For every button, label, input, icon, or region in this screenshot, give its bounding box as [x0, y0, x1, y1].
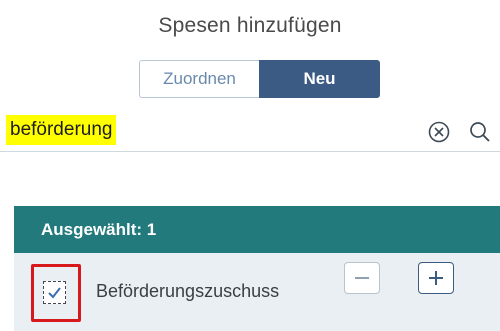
checkmark-icon — [48, 287, 61, 299]
clear-icon[interactable] — [427, 120, 451, 144]
selection-header: Ausgewählt: 1 — [14, 206, 500, 253]
minus-icon — [355, 277, 369, 279]
dialog-title: Spesen hinzufügen — [158, 14, 342, 37]
decrease-button[interactable] — [344, 262, 380, 294]
plus-icon — [429, 271, 443, 285]
search-bar[interactable]: beförderung — [0, 112, 500, 152]
item-checkbox[interactable] — [43, 281, 66, 304]
segmented-control: Zuordnen Neu — [139, 60, 380, 98]
search-icon[interactable] — [468, 120, 492, 144]
segment-zuordnen[interactable]: Zuordnen — [139, 60, 259, 98]
selection-count-label: Ausgewählt: 1 — [41, 219, 157, 239]
segment-neu[interactable]: Neu — [259, 60, 380, 98]
increase-button[interactable] — [418, 262, 454, 294]
list-item-label: Beförderungszuschuss — [96, 281, 280, 301]
search-input[interactable]: beförderung — [6, 115, 117, 145]
